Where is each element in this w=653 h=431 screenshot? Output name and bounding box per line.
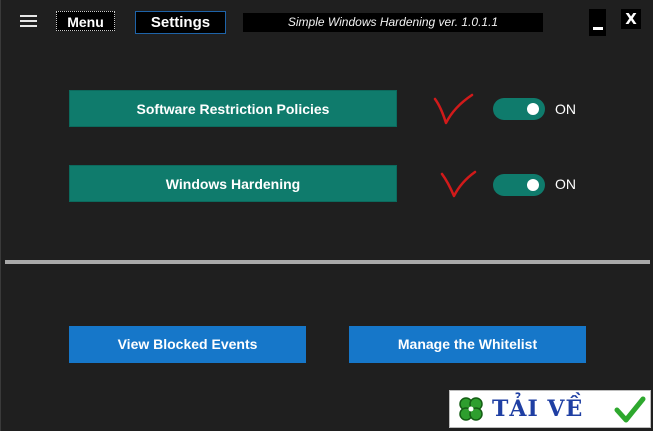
srp-toggle-state: ON bbox=[555, 101, 576, 117]
green-check-icon bbox=[614, 396, 646, 423]
section-divider bbox=[5, 260, 650, 264]
toggle-knob bbox=[527, 179, 539, 191]
window-title: Simple Windows Hardening ver. 1.0.1.1 bbox=[243, 13, 543, 32]
manage-whitelist-button[interactable]: Manage the Whitelist bbox=[349, 326, 586, 363]
windows-hardening-button[interactable]: Windows Hardening bbox=[69, 165, 397, 202]
watermark-badge: TẢI VỀ bbox=[449, 390, 651, 428]
toggle-knob bbox=[527, 103, 539, 115]
windows-hardening-toggle-state: ON bbox=[555, 176, 576, 192]
minimize-icon bbox=[593, 27, 603, 30]
hamburger-menu-icon[interactable] bbox=[20, 15, 37, 27]
menu-button[interactable]: Menu bbox=[56, 11, 115, 31]
app-window: Menu Settings Simple Windows Hardening v… bbox=[0, 0, 653, 431]
minimize-button[interactable] bbox=[589, 9, 606, 36]
red-checkmark-icon bbox=[440, 170, 477, 198]
settings-button[interactable]: Settings bbox=[135, 11, 226, 34]
software-restriction-policies-button[interactable]: Software Restriction Policies bbox=[69, 90, 397, 127]
windows-hardening-toggle[interactable] bbox=[493, 174, 545, 196]
close-button[interactable]: X bbox=[621, 9, 641, 29]
watermark-text: TẢI VỀ bbox=[492, 396, 584, 422]
srp-toggle[interactable] bbox=[493, 98, 545, 120]
red-checkmark-icon bbox=[433, 93, 474, 125]
clover-icon bbox=[459, 397, 483, 421]
view-blocked-events-button[interactable]: View Blocked Events bbox=[69, 326, 306, 363]
